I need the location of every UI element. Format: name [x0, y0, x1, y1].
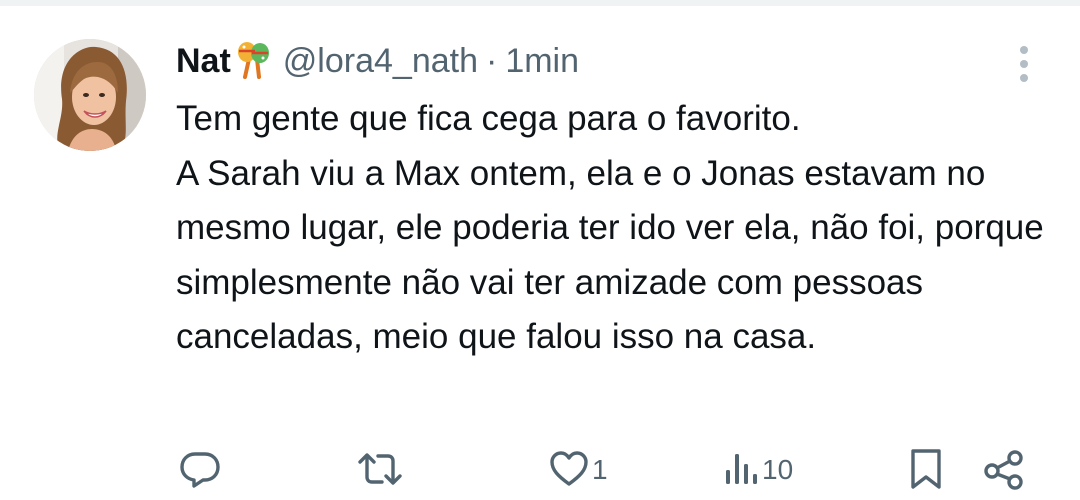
- tweet-header: Nat @lora4_nath · 1min: [176, 36, 579, 86]
- views-button[interactable]: 10: [722, 444, 793, 494]
- tweet-text: Tem gente que fica cega para o favorito.…: [176, 99, 1044, 356]
- retweet-icon: [356, 447, 404, 491]
- avatar-image: [34, 39, 146, 151]
- share-icon: [982, 447, 1026, 491]
- like-count: 1: [592, 454, 608, 485]
- separator-dot: ·: [486, 42, 498, 80]
- timestamp[interactable]: 1min: [505, 36, 579, 86]
- heart-icon: [548, 448, 590, 490]
- more-options-icon[interactable]: [1012, 44, 1036, 84]
- views-icon: [722, 448, 760, 490]
- avatar[interactable]: [34, 39, 146, 151]
- views-count: 10: [762, 454, 794, 485]
- bookmark-icon: [906, 447, 946, 491]
- user-handle[interactable]: @lora4_nath: [283, 36, 478, 86]
- reply-icon: [178, 447, 222, 491]
- bookmark-button[interactable]: [906, 444, 946, 494]
- action-bar: 1 10: [0, 444, 1080, 494]
- display-name[interactable]: Nat: [176, 36, 231, 86]
- tweet[interactable]: Nat @lora4_nath · 1min Tem gente que fic…: [0, 6, 1080, 500]
- like-button[interactable]: 1: [548, 444, 608, 494]
- maracas-emoji: [233, 39, 273, 79]
- reply-button[interactable]: [178, 444, 224, 494]
- share-button[interactable]: [982, 444, 1026, 494]
- retweet-button[interactable]: [356, 444, 406, 494]
